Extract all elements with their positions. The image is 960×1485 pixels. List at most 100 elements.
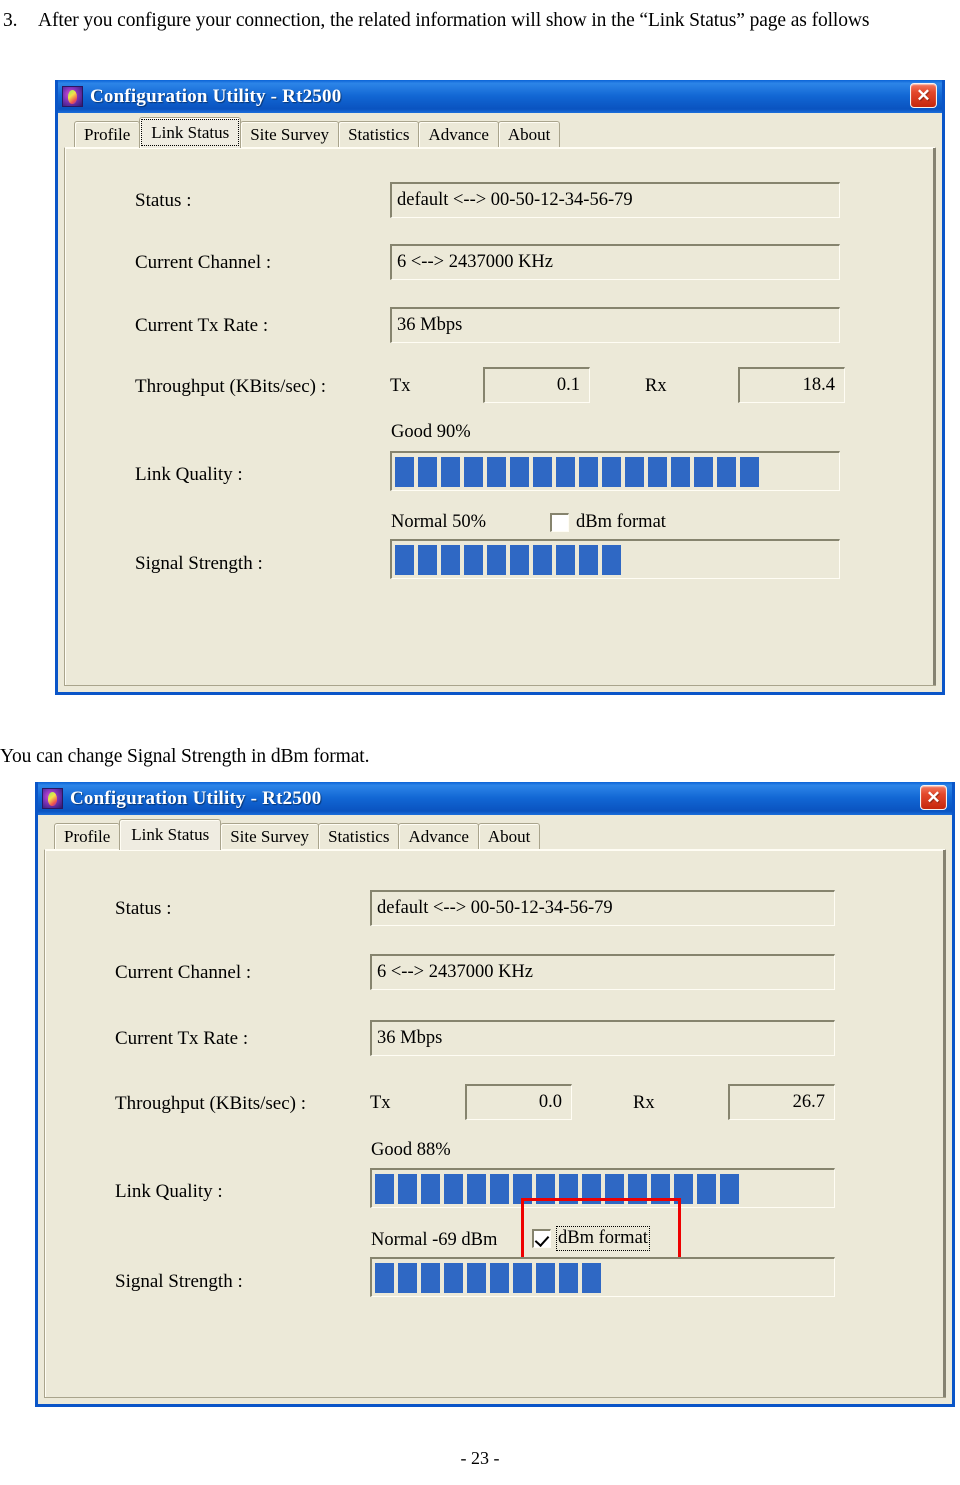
current-tx-rate-value: 36 Mbps (377, 1028, 443, 1048)
current-tx-rate-label: Current Tx Rate : (115, 1028, 249, 1049)
row-current-channel: Current Channel : (115, 962, 251, 984)
current-tx-rate-value: 36 Mbps (397, 315, 463, 335)
step-text: After you configure your connection, the… (38, 10, 870, 31)
meter-segment (510, 544, 529, 575)
rx-label: Rx (645, 376, 667, 396)
close-icon[interactable]: ✕ (920, 785, 947, 810)
meter-segment (579, 456, 598, 487)
status-value: default <--> 00-50-12-34-56-79 (397, 190, 633, 210)
meter-segment (674, 1173, 693, 1204)
meter-segment (740, 456, 759, 487)
dbm-format-checkbox-group[interactable]: dBm format (550, 512, 666, 533)
meter-segment (375, 1262, 394, 1293)
meter-segment (605, 1173, 624, 1204)
link-quality-meter (390, 451, 840, 491)
link-quality-meter (370, 1168, 835, 1208)
current-channel-label: Current Channel : (115, 962, 252, 983)
tab-link-status-label: Link Status (151, 123, 230, 142)
current-tx-rate-value-field: 36 Mbps (370, 1020, 835, 1056)
meter-segment (533, 456, 552, 487)
tx-value-field: 0.1 (483, 367, 590, 403)
window2-link-status-panel: Status : default <--> 00-50-12-34-56-79 … (44, 849, 946, 1398)
meter-segment (375, 1173, 394, 1204)
window1-tabstrip: Profile Link Status Site Survey Statisti… (64, 117, 936, 148)
dbm-format-label[interactable]: dBm format (556, 1226, 650, 1251)
row-signal-strength: Signal Strength : (115, 1271, 243, 1293)
signal-strength-caption: Normal -69 dBm (371, 1230, 498, 1250)
tab-site-survey[interactable]: Site Survey (240, 121, 340, 148)
meter-segment (582, 1262, 601, 1293)
meter-segment (536, 1262, 555, 1293)
tx-value: 0.0 (538, 1092, 562, 1112)
meter-segment (398, 1173, 417, 1204)
meter-segment (444, 1173, 463, 1204)
link-quality-caption: Good 90% (391, 422, 471, 442)
meter-segment (579, 544, 598, 575)
tab-profile[interactable]: Profile (74, 121, 141, 148)
meter-segment (467, 1173, 486, 1204)
dbm-format-checkbox-group[interactable]: dBm format (532, 1226, 650, 1251)
meter-segment (625, 456, 644, 487)
meter-segment (720, 1173, 739, 1204)
status-value-field: default <--> 00-50-12-34-56-79 (370, 890, 835, 926)
signal-strength-meter (370, 1257, 835, 1297)
window2-titlebar[interactable]: Configuration Utility - Rt2500 ✕ (38, 782, 952, 815)
signal-strength-caption: Normal 50% (391, 512, 487, 532)
tx-value-field: 0.0 (465, 1084, 572, 1120)
meter-segment (467, 1262, 486, 1293)
meter-segment (444, 1262, 463, 1293)
window1-titlebar[interactable]: Configuration Utility - Rt2500 ✕ (58, 80, 942, 113)
meter-segment (487, 544, 506, 575)
tab-statistics[interactable]: Statistics (318, 823, 400, 850)
row-link-quality: Link Quality : (135, 464, 243, 486)
middle-paragraph: You can change Signal Strength in dBm fo… (0, 740, 960, 774)
tab-site-survey[interactable]: Site Survey (220, 823, 320, 850)
tab-about[interactable]: About (477, 823, 541, 850)
tab-advance[interactable]: Advance (418, 121, 499, 148)
close-icon[interactable]: ✕ (910, 83, 937, 108)
window2-client-area: Profile Link Status Site Survey Statisti… (38, 815, 952, 1404)
tab-site-survey-label: Site Survey (230, 827, 310, 846)
tab-link-status[interactable]: Link Status (139, 117, 242, 148)
page-number: - 23 - (460, 1448, 500, 1468)
meter-segment (671, 456, 690, 487)
meter-segment (513, 1262, 532, 1293)
meter-segment (694, 456, 713, 487)
tx-label: Tx (370, 1093, 391, 1113)
window1-title: Configuration Utility - Rt2500 (90, 85, 342, 107)
meter-segment (717, 456, 736, 487)
meter-segment (536, 1173, 555, 1204)
tab-advance[interactable]: Advance (398, 823, 479, 850)
meter-segment (418, 456, 437, 487)
row-throughput: Throughput (KBits/sec) : (115, 1093, 306, 1115)
meter-segment (398, 1262, 417, 1293)
dbm-format-checkbox[interactable] (532, 1229, 551, 1248)
window2-title: Configuration Utility - Rt2500 (70, 787, 322, 809)
dbm-format-label[interactable]: dBm format (576, 512, 666, 533)
meter-segment (582, 1173, 601, 1204)
meter-segment (602, 456, 621, 487)
tab-about[interactable]: About (497, 121, 561, 148)
current-tx-rate-label: Current Tx Rate : (135, 315, 269, 336)
configuration-utility-window-1: Configuration Utility - Rt2500 ✕ Profile… (55, 80, 945, 695)
tx-value: 0.1 (556, 375, 580, 395)
window2-tabstrip: Profile Link Status Site Survey Statisti… (44, 819, 946, 850)
meter-segment (395, 544, 414, 575)
meter-segment (510, 456, 529, 487)
signal-strength-meter (390, 539, 840, 579)
row-current-tx-rate: Current Tx Rate : (115, 1028, 248, 1050)
row-link-quality: Link Quality : (115, 1181, 223, 1203)
current-channel-label: Current Channel : (135, 252, 272, 273)
tab-profile[interactable]: Profile (54, 823, 121, 850)
tab-link-status[interactable]: Link Status (119, 819, 222, 850)
current-channel-value: 6 <--> 2437000 KHz (377, 962, 533, 982)
tab-statistics[interactable]: Statistics (338, 121, 420, 148)
tab-profile-label: Profile (64, 827, 111, 846)
meter-segment (648, 456, 667, 487)
current-tx-rate-value-field: 36 Mbps (390, 307, 840, 343)
tab-statistics-label: Statistics (328, 827, 390, 846)
tab-site-survey-label: Site Survey (250, 125, 330, 144)
meter-segment (697, 1173, 716, 1204)
link-quality-label: Link Quality : (135, 464, 243, 485)
dbm-format-checkbox[interactable] (550, 513, 569, 532)
